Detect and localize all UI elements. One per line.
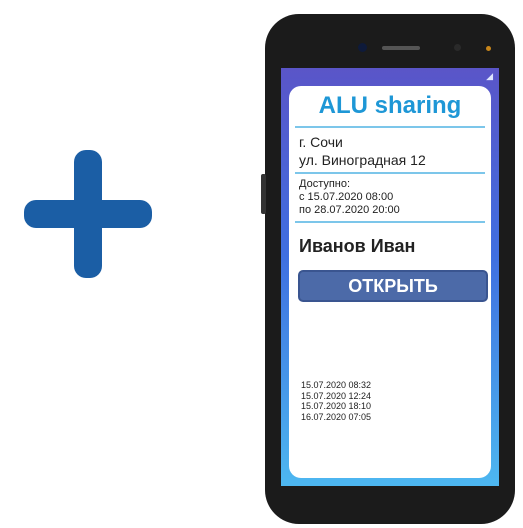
open-button[interactable]: ОТКРЫТЬ [298, 270, 488, 302]
plus-horizontal-bar [24, 200, 152, 228]
front-camera [358, 43, 367, 52]
divider [295, 221, 485, 223]
phone-screen: ◢ ALU sharing г. Сочи ул. Виноградная 12… [281, 68, 499, 486]
log-entry: 15.07.2020 12:24 [301, 390, 372, 401]
divider [295, 126, 485, 128]
access-log: 15.07.2020 08:32 15.07.2020 12:24 15.07.… [301, 380, 371, 422]
proximity-sensor [454, 44, 461, 51]
user-name: Иванов Иван [299, 236, 416, 256]
plus-icon [24, 150, 152, 278]
earpiece [382, 46, 420, 50]
side-button [261, 174, 266, 214]
available-from: с 15.07.2020 08:00 [299, 191, 394, 203]
street-text: ул. Виноградная 12 [299, 152, 426, 168]
smartphone: ◢ ALU sharing г. Сочи ул. Виноградная 12… [261, 14, 515, 524]
signal-icon: ◢ [486, 72, 493, 82]
log-entry: 15.07.2020 08:32 [301, 380, 372, 390]
phone-bottom-bezel [265, 488, 515, 524]
log-entry: 16.07.2020 07:05 [301, 411, 372, 422]
divider [295, 172, 485, 174]
notification-led [486, 46, 491, 51]
city-text: г. Сочи [299, 134, 343, 150]
availability-label: Доступно: [299, 178, 351, 190]
app-title: ALU sharing [318, 92, 462, 119]
available-to: по 28.07.2020 20:00 [299, 204, 400, 216]
log-entry: 15.07.2020 18:10 [301, 401, 372, 411]
app-card: ALU sharing г. Сочи ул. Виноградная 12 Д… [289, 86, 491, 478]
